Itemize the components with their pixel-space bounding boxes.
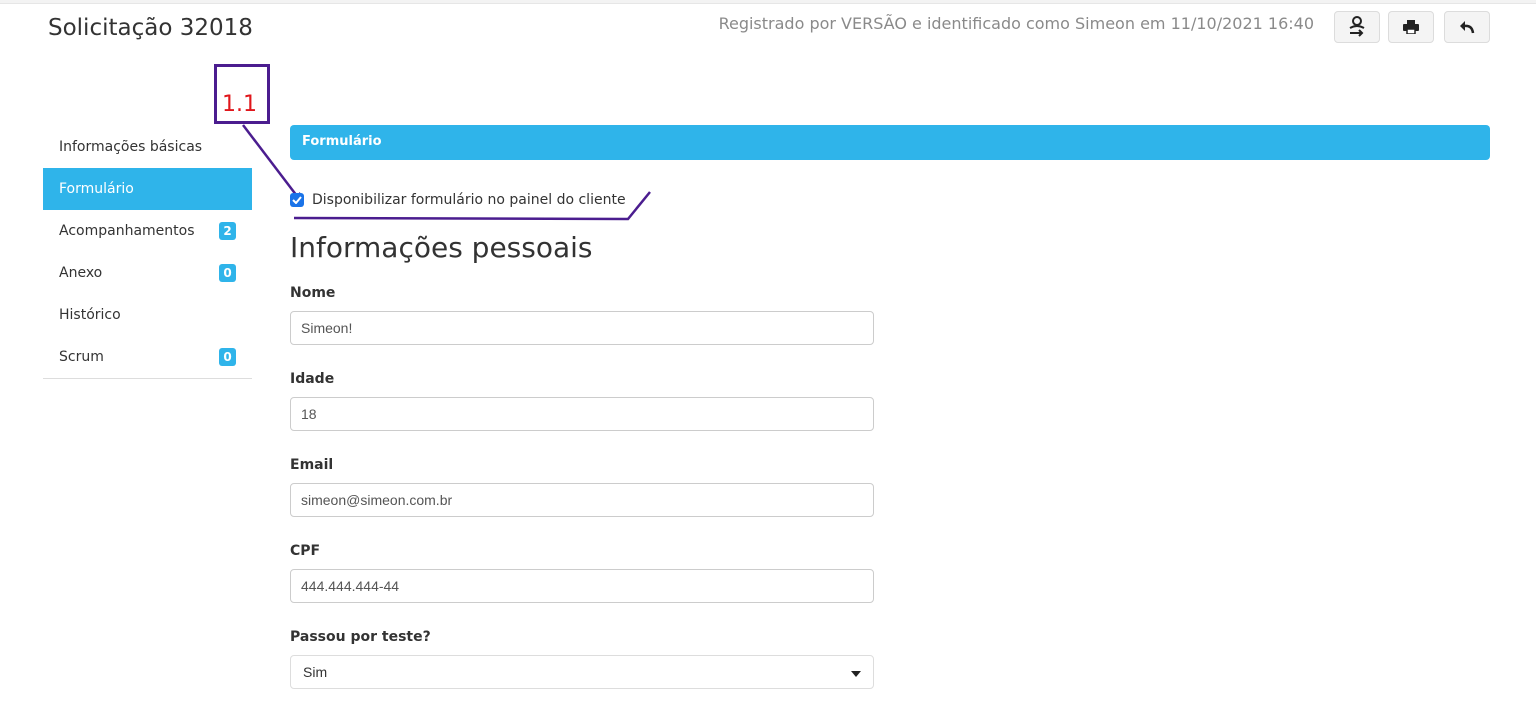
cpf-label: CPF	[290, 543, 321, 559]
sidebar-item-scrum[interactable]: Scrum 0	[43, 336, 252, 378]
sidebar-item-label: Acompanhamentos	[59, 223, 195, 239]
page-title: Solicitação 32018	[48, 15, 253, 41]
back-button[interactable]	[1444, 11, 1490, 43]
name-field[interactable]: Simeon!	[290, 311, 874, 345]
sidebar-item-label: Informações básicas	[59, 139, 203, 155]
name-label: Nome	[290, 285, 336, 301]
count-badge: 2	[219, 222, 236, 240]
section-title: Informações pessoais	[290, 231, 593, 264]
reply-back-icon	[1459, 20, 1475, 34]
sidebar: Informações básicas Formulário Acompanha…	[43, 126, 252, 379]
age-label: Idade	[290, 371, 335, 387]
sidebar-item-label: Histórico	[59, 307, 121, 323]
sidebar-item-formulario[interactable]: Formulário	[43, 168, 252, 210]
count-badge: 0	[219, 264, 236, 282]
publish-form-option[interactable]: Disponibilizar formulário no painel do c…	[290, 192, 626, 208]
sidebar-item-acompanhamentos[interactable]: Acompanhamentos 2	[43, 210, 252, 252]
email-label: Email	[290, 457, 334, 473]
print-icon	[1403, 20, 1419, 34]
top-border	[0, 0, 1536, 4]
sidebar-item-label: Anexo	[59, 265, 103, 281]
print-button[interactable]	[1388, 11, 1434, 43]
publish-form-label: Disponibilizar formulário no painel do c…	[312, 192, 626, 208]
cpf-field[interactable]: 444.444.444-44	[290, 569, 874, 603]
transfer-user-icon	[1348, 16, 1366, 38]
check-icon	[292, 196, 302, 204]
test-passed-label: Passou por teste?	[290, 629, 431, 645]
form-panel-header: Formulário	[290, 125, 1490, 160]
sidebar-item-anexo[interactable]: Anexo 0	[43, 252, 252, 294]
test-passed-select[interactable]: Sim	[290, 655, 874, 689]
registered-info: Registrado por VERSÃO e identificado com…	[718, 14, 1314, 33]
publish-form-checkbox[interactable]	[290, 193, 304, 207]
caret-down-icon	[851, 664, 861, 680]
email-field[interactable]: simeon@simeon.com.br	[290, 483, 874, 517]
count-badge: 0	[219, 348, 236, 366]
age-field[interactable]: 18	[290, 397, 874, 431]
sidebar-item-historico[interactable]: Histórico	[43, 294, 252, 336]
annotation-label: 1.1	[222, 92, 257, 117]
sidebar-item-label: Scrum	[59, 349, 104, 365]
transfer-button[interactable]	[1334, 11, 1380, 43]
sidebar-item-informacoes-basicas[interactable]: Informações básicas	[43, 126, 252, 168]
test-passed-value: Sim	[303, 664, 328, 680]
sidebar-item-label: Formulário	[59, 181, 134, 197]
